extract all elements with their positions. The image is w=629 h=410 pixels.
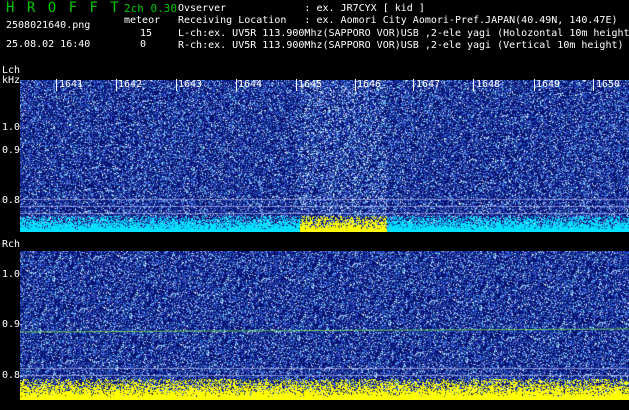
rch-y-tick-0-9: 0.9 [2, 319, 21, 330]
meteor-count-rch: 0 [140, 39, 147, 50]
lch-y-tick-1-0: 1.0 [2, 122, 21, 133]
time-tick-mark [296, 79, 297, 91]
time-tick-mark [534, 79, 535, 91]
version-label: 2ch 0.30 [124, 2, 177, 15]
time-label-1645: 1645 [298, 79, 323, 90]
time-label-1642: 1642 [118, 79, 143, 90]
time-label-1644: 1644 [238, 79, 263, 90]
time-label-1643: 1643 [178, 79, 203, 90]
time-label-1646: 1646 [357, 79, 382, 90]
lch-receiver-line: L-ch:ex. UV5R 113.900Mhz(SAPPORO VOR)USB… [178, 28, 629, 39]
time-tick-mark [473, 79, 474, 91]
time-tick-mark [593, 79, 594, 91]
meteor-label: meteor [124, 15, 161, 26]
app-title: H R O F F T [6, 0, 121, 16]
lch-y-tick-0-9: 0.9 [2, 145, 21, 156]
time-label-1648: 1648 [476, 79, 501, 90]
lch-waterfall [20, 80, 629, 232]
time-tick-mark [176, 79, 177, 91]
time-label-1650: 1650 [596, 79, 621, 90]
rch-waterfall [20, 251, 629, 400]
time-label-1647: 1647 [416, 79, 441, 90]
rch-receiver-line: R-ch:ex. UV5R 113.900Mhz(SAPPORO VOR)USB… [178, 40, 624, 51]
time-tick-mark [413, 79, 414, 91]
time-tick-mark [56, 79, 57, 91]
meteor-count-lch: 15 [140, 28, 153, 39]
filename-label: 2508021640.png [6, 20, 91, 31]
lch-y-tick-0-8: 0.8 [2, 195, 21, 206]
time-label-1649: 1649 [536, 79, 561, 90]
khz-unit-label: kHz [2, 75, 21, 86]
rch-label: Rch [2, 239, 21, 250]
datetime-label: 25.08.02 16:40 [6, 39, 91, 50]
observer-line: Ovserver : ex. JR7CYX [ kid ] [178, 3, 425, 14]
time-label-1641: 1641 [59, 79, 84, 90]
time-tick-mark [236, 79, 237, 91]
location-line: Receiving Location : ex. Aomori City Aom… [178, 15, 618, 26]
time-tick-mark [355, 79, 356, 91]
rch-y-tick-0-8: 0.8 [2, 370, 21, 381]
rch-y-tick-1-0: 1.0 [2, 269, 21, 280]
time-tick-mark [116, 79, 117, 91]
